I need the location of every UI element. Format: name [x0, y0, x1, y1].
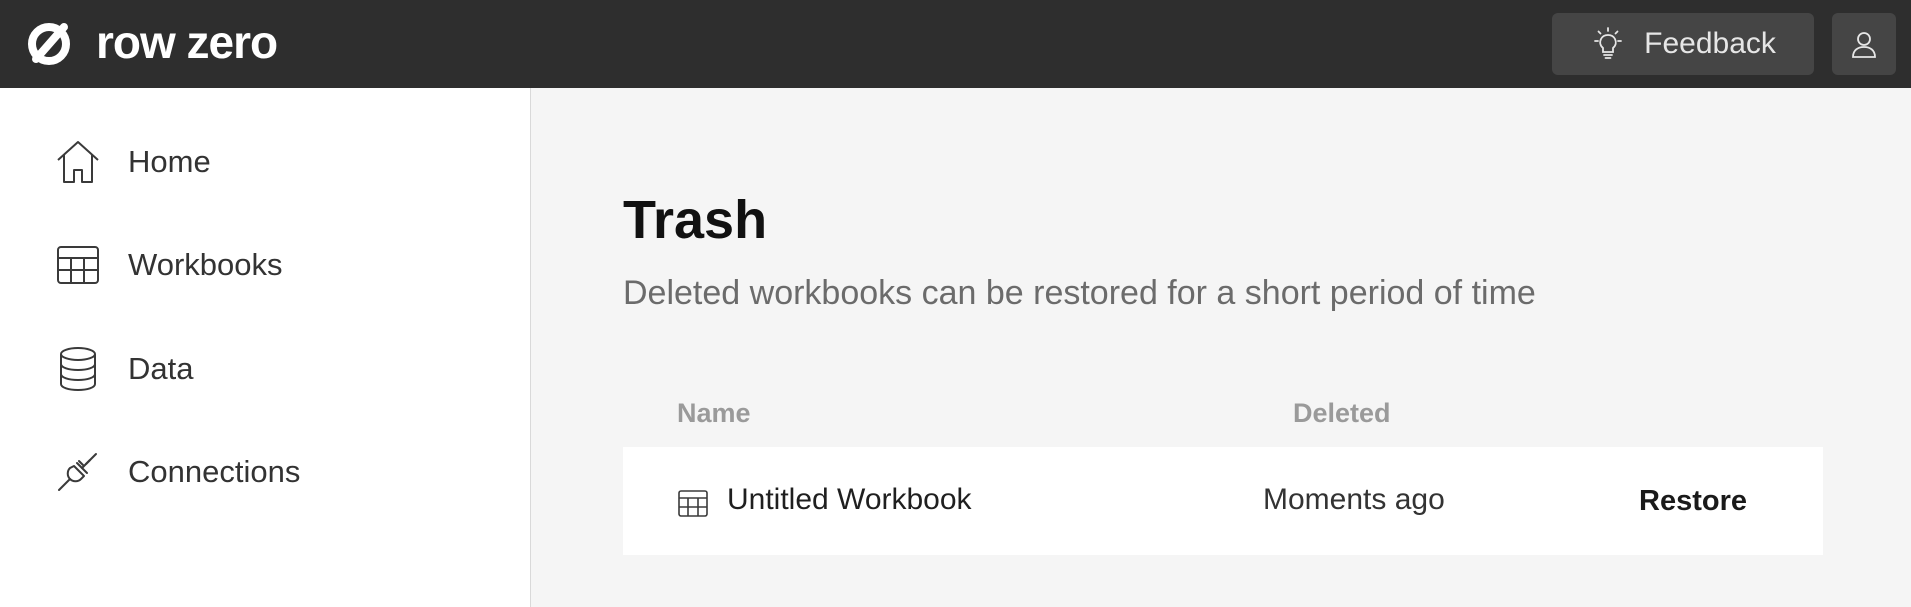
user-icon: [1852, 32, 1876, 58]
sidebar-item-home[interactable]: Home: [54, 132, 211, 192]
page-subtitle: Deleted workbooks can be restored for a …: [623, 274, 1536, 312]
feedback-button[interactable]: Feedback: [1552, 13, 1814, 75]
sidebar-item-label: Home: [128, 144, 211, 179]
lightbulb-icon: [1594, 27, 1623, 59]
database-icon: [60, 347, 96, 392]
sidebar-item-label: Connections: [128, 454, 301, 489]
sidebar-item-workbooks[interactable]: Workbooks: [54, 235, 283, 295]
main-content: Trash Deleted workbooks can be restored …: [531, 88, 1911, 607]
top-bar: row zero Feedback: [0, 0, 1911, 88]
sidebar-item-connections[interactable]: Connections: [54, 442, 300, 502]
table-icon: [678, 490, 708, 517]
logo-text: row zero: [96, 16, 278, 68]
column-header-deleted[interactable]: Deleted: [1293, 400, 1391, 427]
sidebar: Home Workbooks Data Connections: [0, 88, 531, 607]
home-icon: [57, 141, 99, 183]
feedback-label: Feedback: [1644, 27, 1776, 60]
sidebar-item-label: Workbooks: [128, 247, 283, 282]
user-menu-button[interactable]: [1832, 13, 1896, 75]
column-header-name[interactable]: Name: [677, 400, 751, 427]
plug-icon: [58, 453, 97, 491]
restore-button[interactable]: Restore: [1623, 477, 1763, 525]
table-row[interactable]: Untitled Workbook Moments ago Restore: [623, 447, 1823, 555]
logo[interactable]: row zero: [24, 16, 278, 71]
table-icon: [57, 246, 99, 284]
deleted-time: Moments ago: [1263, 483, 1445, 516]
sidebar-item-data[interactable]: Data: [54, 339, 193, 399]
row-zero-logo-icon: [28, 23, 70, 65]
sidebar-item-label: Data: [128, 351, 194, 386]
workbook-name[interactable]: Untitled Workbook: [727, 485, 972, 515]
page-title: Trash: [623, 190, 768, 250]
